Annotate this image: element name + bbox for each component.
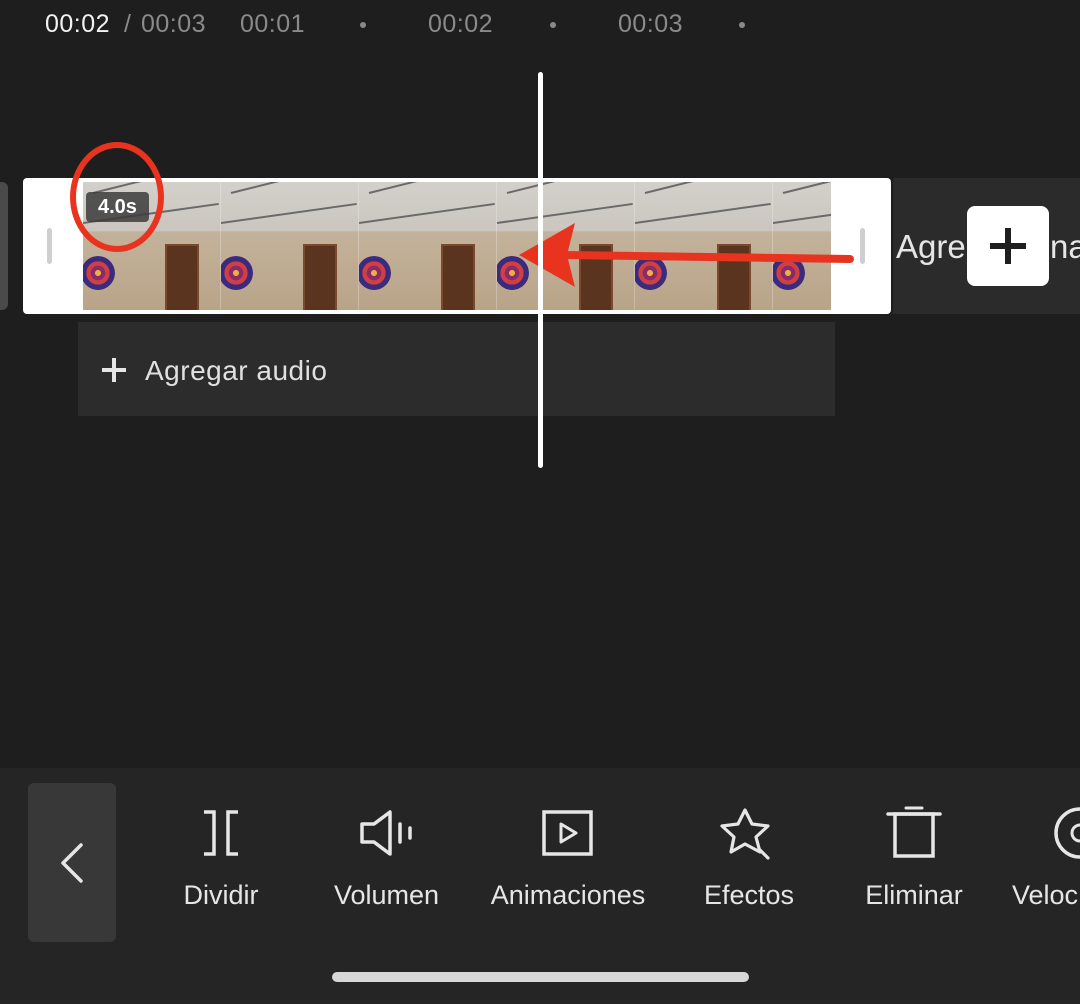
plus-icon <box>990 228 1026 264</box>
tool-label: Eliminar <box>865 880 963 910</box>
tool-label: Volumen <box>333 880 440 910</box>
add-audio-label: Agregar audio <box>145 355 328 386</box>
tool-eliminar[interactable]: Eliminar <box>860 806 968 911</box>
animation-play-icon <box>542 810 593 856</box>
chevron-left-icon <box>61 842 83 883</box>
split-icon <box>204 810 238 856</box>
annotation-circle <box>70 142 164 252</box>
ruler-dot <box>360 22 366 28</box>
time-ruler[interactable]: 00:02 / 00:03 00:01 00:02 00:03 <box>0 0 1080 50</box>
ruler-tick-label: 00:01 <box>240 10 306 38</box>
effects-star-icon <box>720 808 770 860</box>
tool-label: Animaciones <box>490 880 646 910</box>
total-time: 00:03 <box>141 10 207 38</box>
tool-label: Veloc <box>1012 880 1079 910</box>
home-indicator <box>332 972 749 982</box>
playhead[interactable] <box>538 72 543 468</box>
clip-thumbnail <box>221 182 359 310</box>
ruler-tick-label: 00:03 <box>618 10 684 38</box>
tool-animaciones[interactable]: Animaciones <box>481 806 655 911</box>
tool-label: Efectos <box>703 880 795 910</box>
ruler-dot <box>550 22 556 28</box>
delete-icon <box>886 806 942 858</box>
tool-dividir[interactable]: Dividir <box>178 806 264 911</box>
clip-thumbnail <box>359 182 497 310</box>
time-separator: / <box>124 10 131 38</box>
tool-velocidad[interactable]: Veloc <box>1012 806 1080 911</box>
back-button[interactable] <box>28 783 116 942</box>
tool-volumen[interactable]: Volumen <box>328 806 445 911</box>
previous-clip-edge[interactable] <box>0 182 8 310</box>
add-clip-label: Agre <box>896 228 966 265</box>
plus-icon <box>102 358 126 382</box>
tool-label: Dividir <box>183 880 259 910</box>
volume-icon <box>360 810 412 856</box>
clip-trim-handle-left[interactable] <box>47 228 52 264</box>
ruler-tick-label: 00:02 <box>428 10 494 38</box>
speed-icon <box>1054 807 1080 859</box>
add-clip-button[interactable] <box>967 206 1049 286</box>
ruler-dot <box>739 22 745 28</box>
tool-efectos[interactable]: Efectos <box>698 806 800 911</box>
clip-trim-handle-right[interactable] <box>860 228 865 264</box>
annotation-arrow-icon <box>519 223 854 287</box>
add-clip-label-tail: na <box>1050 228 1080 265</box>
current-time: 00:02 <box>45 10 111 38</box>
